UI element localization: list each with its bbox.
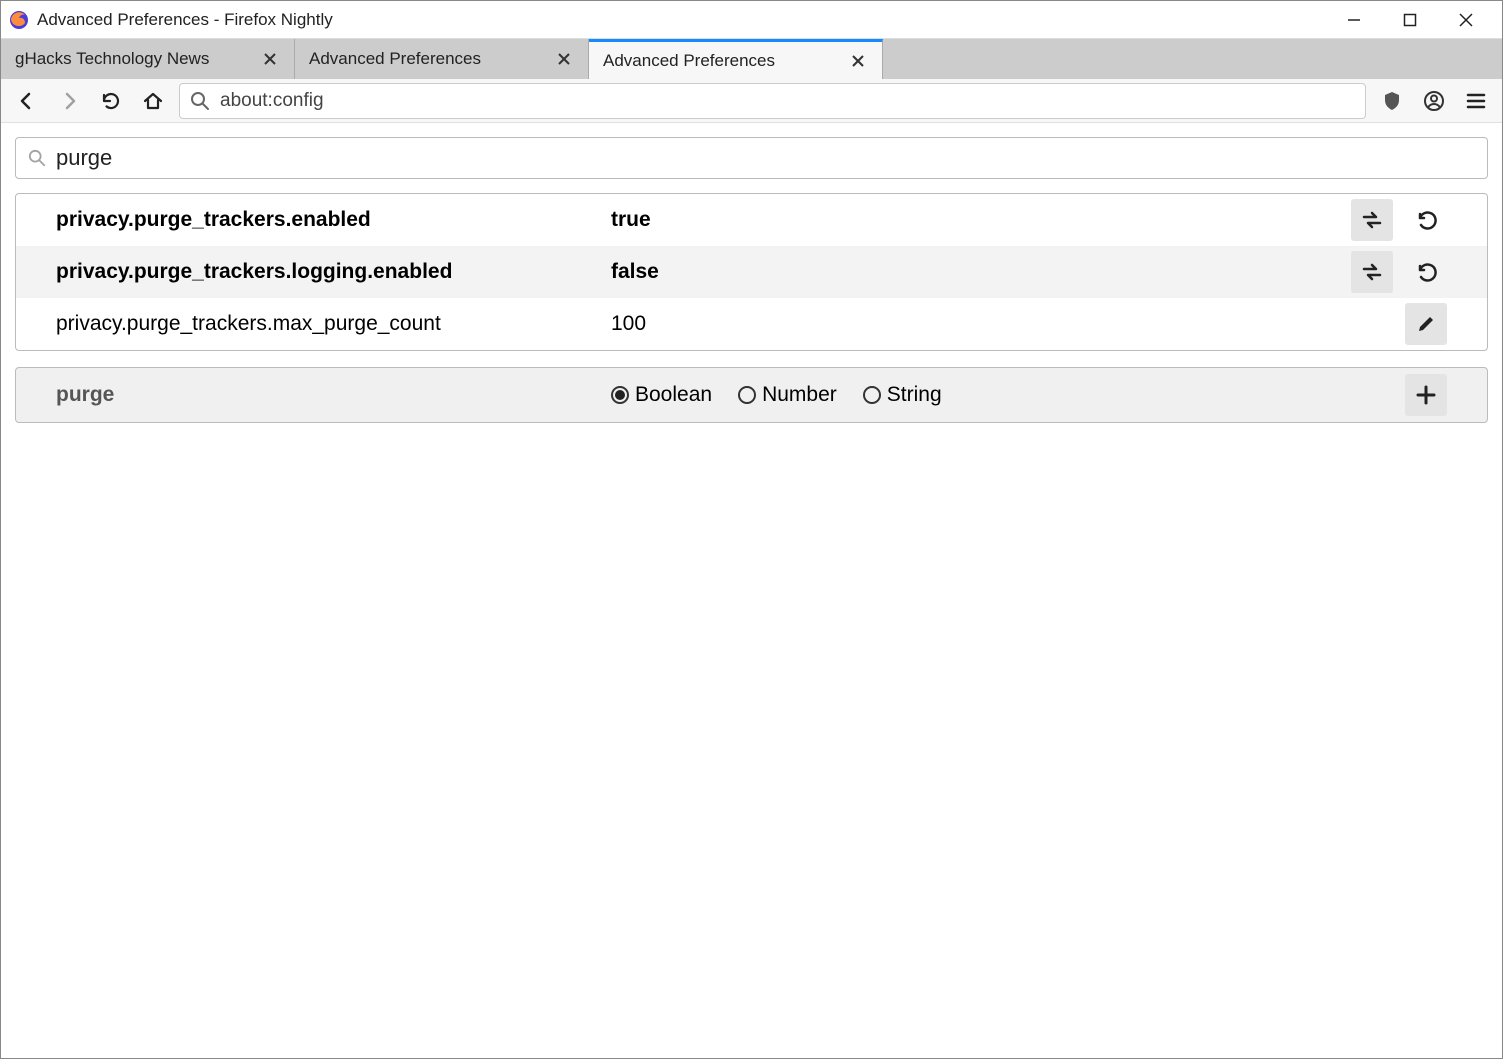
pref-row[interactable]: privacy.purge_trackers.max_purge_count 1… bbox=[16, 298, 1487, 350]
shield-icon[interactable] bbox=[1376, 85, 1408, 117]
pref-actions bbox=[1405, 303, 1447, 345]
firefox-nightly-icon bbox=[9, 10, 29, 30]
menu-icon[interactable] bbox=[1460, 85, 1492, 117]
account-icon[interactable] bbox=[1418, 85, 1450, 117]
reset-button[interactable] bbox=[1405, 251, 1447, 293]
prefs-table: privacy.purge_trackers.enabled true priv… bbox=[15, 193, 1488, 351]
add-button[interactable] bbox=[1405, 374, 1447, 416]
close-icon[interactable] bbox=[554, 49, 574, 69]
back-button[interactable] bbox=[11, 85, 43, 117]
pref-name: privacy.purge_trackers.logging.enabled bbox=[56, 260, 611, 284]
url-text: about:config bbox=[220, 90, 324, 112]
tab-advanced-prefs-2[interactable]: Advanced Preferences bbox=[589, 39, 883, 79]
tab-advanced-prefs-1[interactable]: Advanced Preferences bbox=[295, 39, 589, 79]
pref-search-value: purge bbox=[56, 145, 112, 171]
radio-icon bbox=[738, 386, 756, 404]
pref-actions bbox=[1351, 251, 1447, 293]
url-bar[interactable]: about:config bbox=[179, 83, 1366, 119]
tab-bar: gHacks Technology News Advanced Preferen… bbox=[1, 39, 1502, 79]
toggle-button[interactable] bbox=[1351, 199, 1393, 241]
close-icon[interactable] bbox=[848, 51, 868, 71]
maximize-button[interactable] bbox=[1382, 4, 1438, 36]
minimize-button[interactable] bbox=[1326, 4, 1382, 36]
pref-row[interactable]: privacy.purge_trackers.logging.enabled f… bbox=[16, 246, 1487, 298]
new-pref-name: purge bbox=[56, 383, 611, 407]
home-button[interactable] bbox=[137, 85, 169, 117]
tab-label: Advanced Preferences bbox=[603, 51, 848, 71]
pref-search-input[interactable]: purge bbox=[15, 137, 1488, 179]
new-pref-types: Boolean Number String bbox=[611, 383, 1405, 407]
radio-number[interactable]: Number bbox=[738, 383, 837, 407]
close-icon[interactable] bbox=[260, 49, 280, 69]
radio-string[interactable]: String bbox=[863, 383, 942, 407]
tab-ghacks[interactable]: gHacks Technology News bbox=[1, 39, 295, 79]
radio-icon bbox=[611, 386, 629, 404]
tab-label: gHacks Technology News bbox=[15, 49, 260, 69]
radio-label: String bbox=[887, 383, 942, 407]
reload-button[interactable] bbox=[95, 85, 127, 117]
pref-name: privacy.purge_trackers.max_purge_count bbox=[56, 312, 611, 336]
close-button[interactable] bbox=[1438, 4, 1494, 36]
radio-label: Number bbox=[762, 383, 837, 407]
radio-icon bbox=[863, 386, 881, 404]
navigation-toolbar: about:config bbox=[1, 79, 1502, 123]
new-pref-row: purge Boolean Number String bbox=[15, 367, 1488, 423]
pref-row[interactable]: privacy.purge_trackers.enabled true bbox=[16, 194, 1487, 246]
search-icon bbox=[190, 91, 210, 111]
search-icon bbox=[28, 149, 46, 167]
window-controls bbox=[1326, 4, 1494, 36]
titlebar: Advanced Preferences - Firefox Nightly bbox=[1, 1, 1502, 39]
tab-label: Advanced Preferences bbox=[309, 49, 554, 69]
page-content: purge privacy.purge_trackers.enabled tru… bbox=[1, 123, 1502, 437]
pref-actions bbox=[1351, 199, 1447, 241]
pref-name: privacy.purge_trackers.enabled bbox=[56, 208, 611, 232]
toggle-button[interactable] bbox=[1351, 251, 1393, 293]
pref-value: false bbox=[611, 260, 1351, 284]
window-title: Advanced Preferences - Firefox Nightly bbox=[37, 10, 1326, 30]
radio-boolean[interactable]: Boolean bbox=[611, 383, 712, 407]
pref-value: true bbox=[611, 208, 1351, 232]
radio-label: Boolean bbox=[635, 383, 712, 407]
pref-value: 100 bbox=[611, 312, 1405, 336]
edit-button[interactable] bbox=[1405, 303, 1447, 345]
forward-button[interactable] bbox=[53, 85, 85, 117]
reset-button[interactable] bbox=[1405, 199, 1447, 241]
